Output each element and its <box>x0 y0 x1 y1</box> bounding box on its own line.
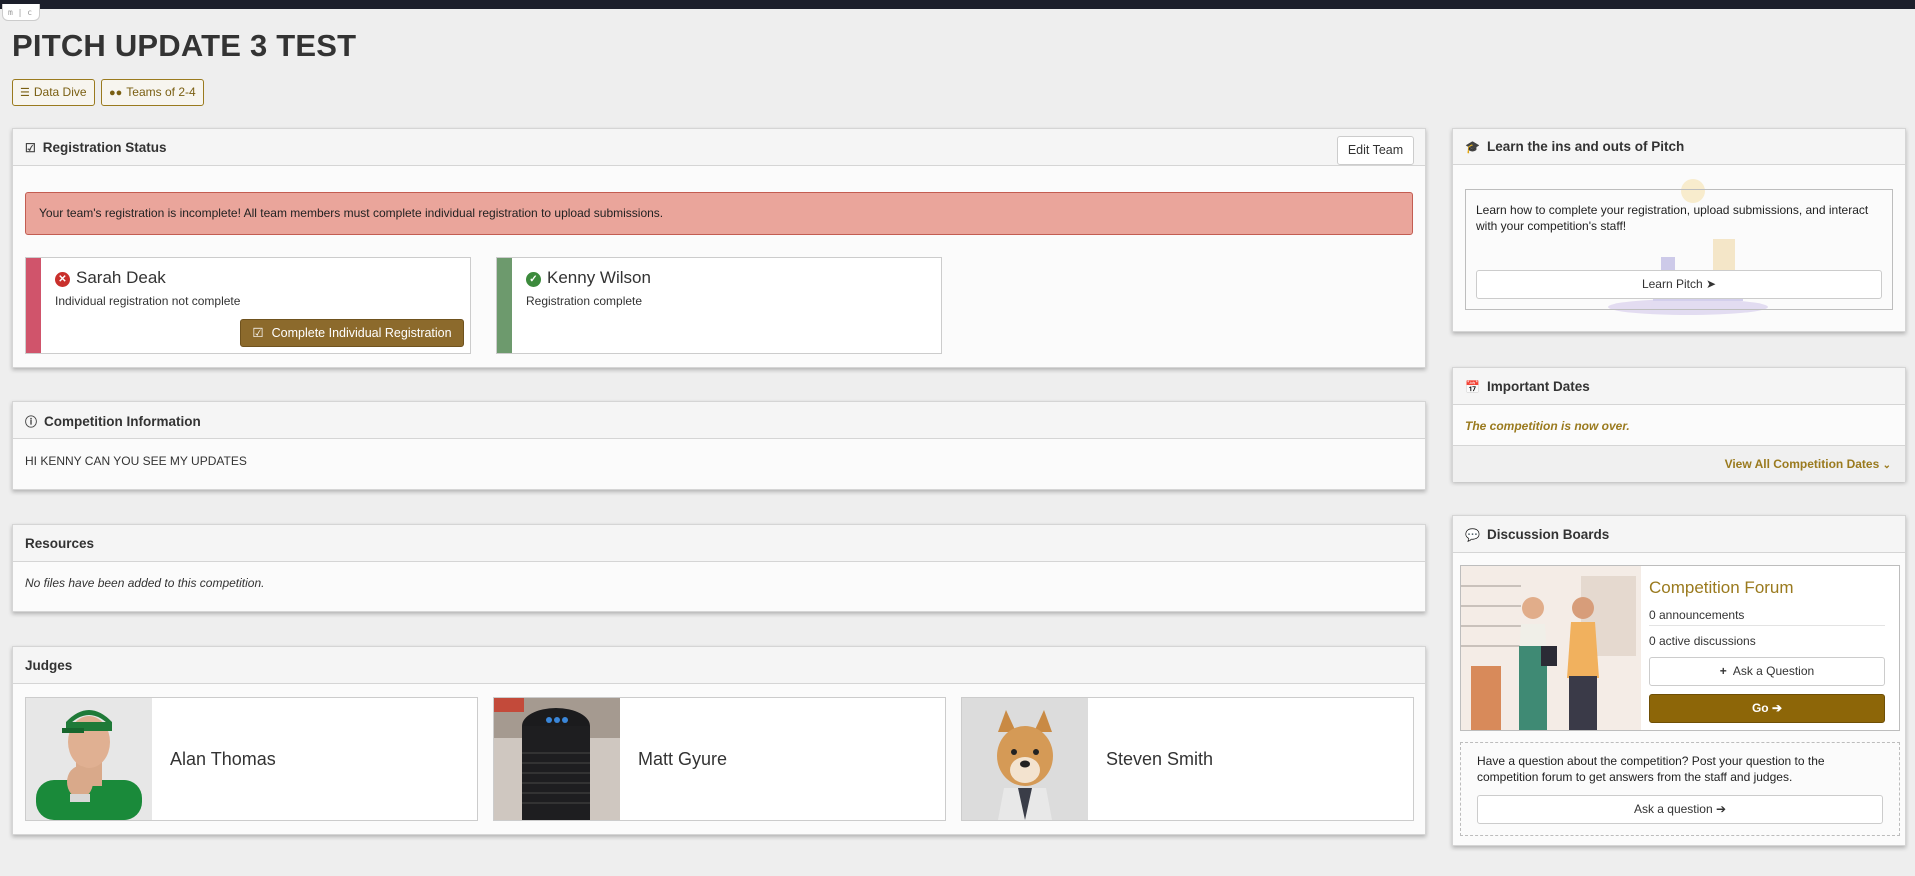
dates-footer: View All Competition Dates ⌄ <box>1453 445 1905 482</box>
judge-card[interactable]: Steven Smith <box>961 697 1414 821</box>
member-name-text: Sarah Deak <box>76 268 166 287</box>
competition-info-panel: ⓘ Competition Information HI KENNY CAN YO… <box>12 401 1426 490</box>
panel-header: 🎓 Learn the ins and outs of Pitch <box>1453 129 1905 165</box>
arrow-right-icon: ➔ <box>1716 802 1727 816</box>
forum-card: Competition Forum 0 announcements 0 acti… <box>1460 565 1900 731</box>
judge-photo <box>962 698 1088 820</box>
member-name: ✕ Sarah Deak <box>55 268 166 288</box>
member-name-text: Kenny Wilson <box>547 268 651 287</box>
judge-name: Steven Smith <box>1106 749 1214 769</box>
panel-title: Resources <box>25 536 95 551</box>
competition-info-text: HI KENNY CAN YOU SEE MY UPDATES <box>25 454 247 468</box>
edit-team-button[interactable]: Edit Team <box>1337 136 1414 165</box>
tag-team-size[interactable]: ●● Teams of 2-4 <box>101 79 204 106</box>
discussion-count: 0 active discussions <box>1649 634 1756 648</box>
tag-label: Teams of 2-4 <box>126 85 196 99</box>
member-name: ✓ Kenny Wilson <box>526 268 651 288</box>
check-circle-icon: ✓ <box>526 272 541 287</box>
judge-card[interactable]: Matt Gyure <box>493 697 946 821</box>
panel-title-text: Competition Information <box>44 414 201 429</box>
judge-photo <box>494 698 620 820</box>
panel-title: Judges <box>25 658 73 673</box>
dates-notice: The competition is now over. <box>1465 419 1630 433</box>
link-label: View All Competition Dates <box>1724 457 1880 471</box>
panel-title: ⓘ Competition Information <box>25 413 201 430</box>
judge-name: Matt Gyure <box>638 749 728 769</box>
button-label: Learn Pitch <box>1641 277 1703 291</box>
member-card: ✓ Kenny Wilson Registration complete <box>496 257 942 354</box>
page-title: PITCH UPDATE 3 TEST <box>12 28 357 63</box>
member-status: Individual registration not complete <box>55 294 241 308</box>
panel-title: ☑ Registration Status <box>25 140 167 155</box>
button-label: Ask a Question <box>1732 664 1815 678</box>
question-text: Have a question about the competition? P… <box>1477 754 1825 784</box>
plus-icon: + <box>1719 664 1727 678</box>
graduation-cap-icon: 🎓 <box>1465 140 1480 154</box>
resources-empty-text: No files have been added to this competi… <box>25 576 265 590</box>
divider <box>1649 625 1885 626</box>
learn-panel: 🎓 Learn the ins and outs of Pitch Learn h… <box>1452 128 1906 332</box>
calendar-icon: 📅 <box>1465 380 1480 394</box>
status-bar <box>26 258 41 353</box>
panel-header: Judges <box>13 647 1425 684</box>
announcement-count: 0 announcements <box>1649 608 1745 622</box>
panel-header: ☑ Registration Status Edit Team <box>13 129 1425 166</box>
panel-title-text: Learn the ins and outs of Pitch <box>1486 139 1685 154</box>
judge-photo <box>26 698 152 820</box>
browser-top-bar <box>0 0 1915 9</box>
chevron-down-icon: ⌄ <box>1882 460 1891 471</box>
panel-title-text: Discussion Boards <box>1486 527 1610 542</box>
database-icon: ☰ <box>20 87 30 99</box>
go-button[interactable]: Go ➔ <box>1649 694 1885 723</box>
dates-panel: 📅 Important Dates The competition is now … <box>1452 367 1906 482</box>
judge-name: Alan Thomas <box>170 749 276 769</box>
button-label: Go <box>1751 701 1769 715</box>
x-circle-icon: ✕ <box>55 272 70 287</box>
resources-panel: Resources No files have been added to th… <box>12 524 1426 612</box>
ask-question-link-button[interactable]: Ask a question ➔ <box>1477 795 1883 824</box>
panel-title: 📅 Important Dates <box>1465 379 1590 394</box>
ask-question-button[interactable]: + Ask a Question <box>1649 657 1885 686</box>
member-card: ✕ Sarah Deak Individual registration not … <box>25 257 471 354</box>
arrow-right-icon: ➔ <box>1771 701 1783 715</box>
status-bar <box>497 258 512 353</box>
member-status: Registration complete <box>526 294 643 308</box>
learn-text: Learn how to complete your registration,… <box>1476 203 1869 233</box>
panel-title-text: Registration Status <box>42 140 167 155</box>
learn-box: Learn how to complete your registration,… <box>1465 189 1893 310</box>
info-icon: ⓘ <box>25 415 38 429</box>
tag-data-dive[interactable]: ☰ Data Dive <box>12 79 95 106</box>
check-square-icon: ☑ <box>252 326 264 340</box>
panel-title: 💬 Discussion Boards <box>1465 527 1609 542</box>
panel-title-text: Important Dates <box>1486 379 1590 394</box>
browser-tab[interactable]: m | c <box>2 4 40 21</box>
panel-header: Resources <box>13 525 1425 562</box>
panel-header: ⓘ Competition Information <box>13 402 1425 439</box>
judges-panel: Judges Alan Thomas Matt Gyure Steven Smi… <box>12 646 1426 835</box>
tag-label: Data Dive <box>33 85 87 99</box>
judge-card[interactable]: Alan Thomas <box>25 697 478 821</box>
button-label: Ask a question <box>1633 802 1713 816</box>
comments-icon: 💬 <box>1465 528 1480 542</box>
forum-illustration <box>1461 566 1641 730</box>
panel-header: 📅 Important Dates <box>1453 368 1905 405</box>
registration-alert: Your team's registration is incomplete! … <box>25 192 1413 235</box>
learn-pitch-button[interactable]: Learn Pitch ➤ <box>1476 270 1882 299</box>
discussion-panel: 💬 Discussion Boards Competition Forum 0 … <box>1452 515 1906 846</box>
button-label: Complete Individual Registration <box>271 326 452 340</box>
forum-title[interactable]: Competition Forum <box>1649 578 1794 598</box>
question-box: Have a question about the competition? P… <box>1460 742 1900 836</box>
registration-panel: ☑ Registration Status Edit Team Your team… <box>12 128 1426 368</box>
arrow-circle-right-icon: ➤ <box>1705 277 1717 291</box>
panel-title: 🎓 Learn the ins and outs of Pitch <box>1465 139 1684 154</box>
panel-header: 💬 Discussion Boards <box>1453 516 1905 553</box>
complete-registration-button[interactable]: ☑ Complete Individual Registration <box>240 319 464 347</box>
users-icon: ●● <box>109 87 123 99</box>
check-square-icon: ☑ <box>25 141 36 155</box>
view-all-dates-link[interactable]: View All Competition Dates ⌄ <box>1725 457 1891 471</box>
